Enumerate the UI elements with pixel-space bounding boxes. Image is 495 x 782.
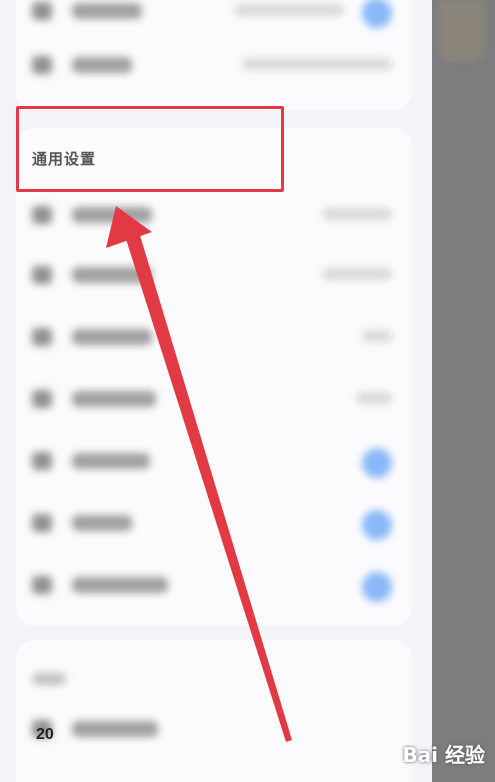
watermark: Bai 经验 — [402, 743, 485, 767]
arrow-shaft — [125, 232, 292, 742]
annotation-arrow — [106, 206, 292, 742]
